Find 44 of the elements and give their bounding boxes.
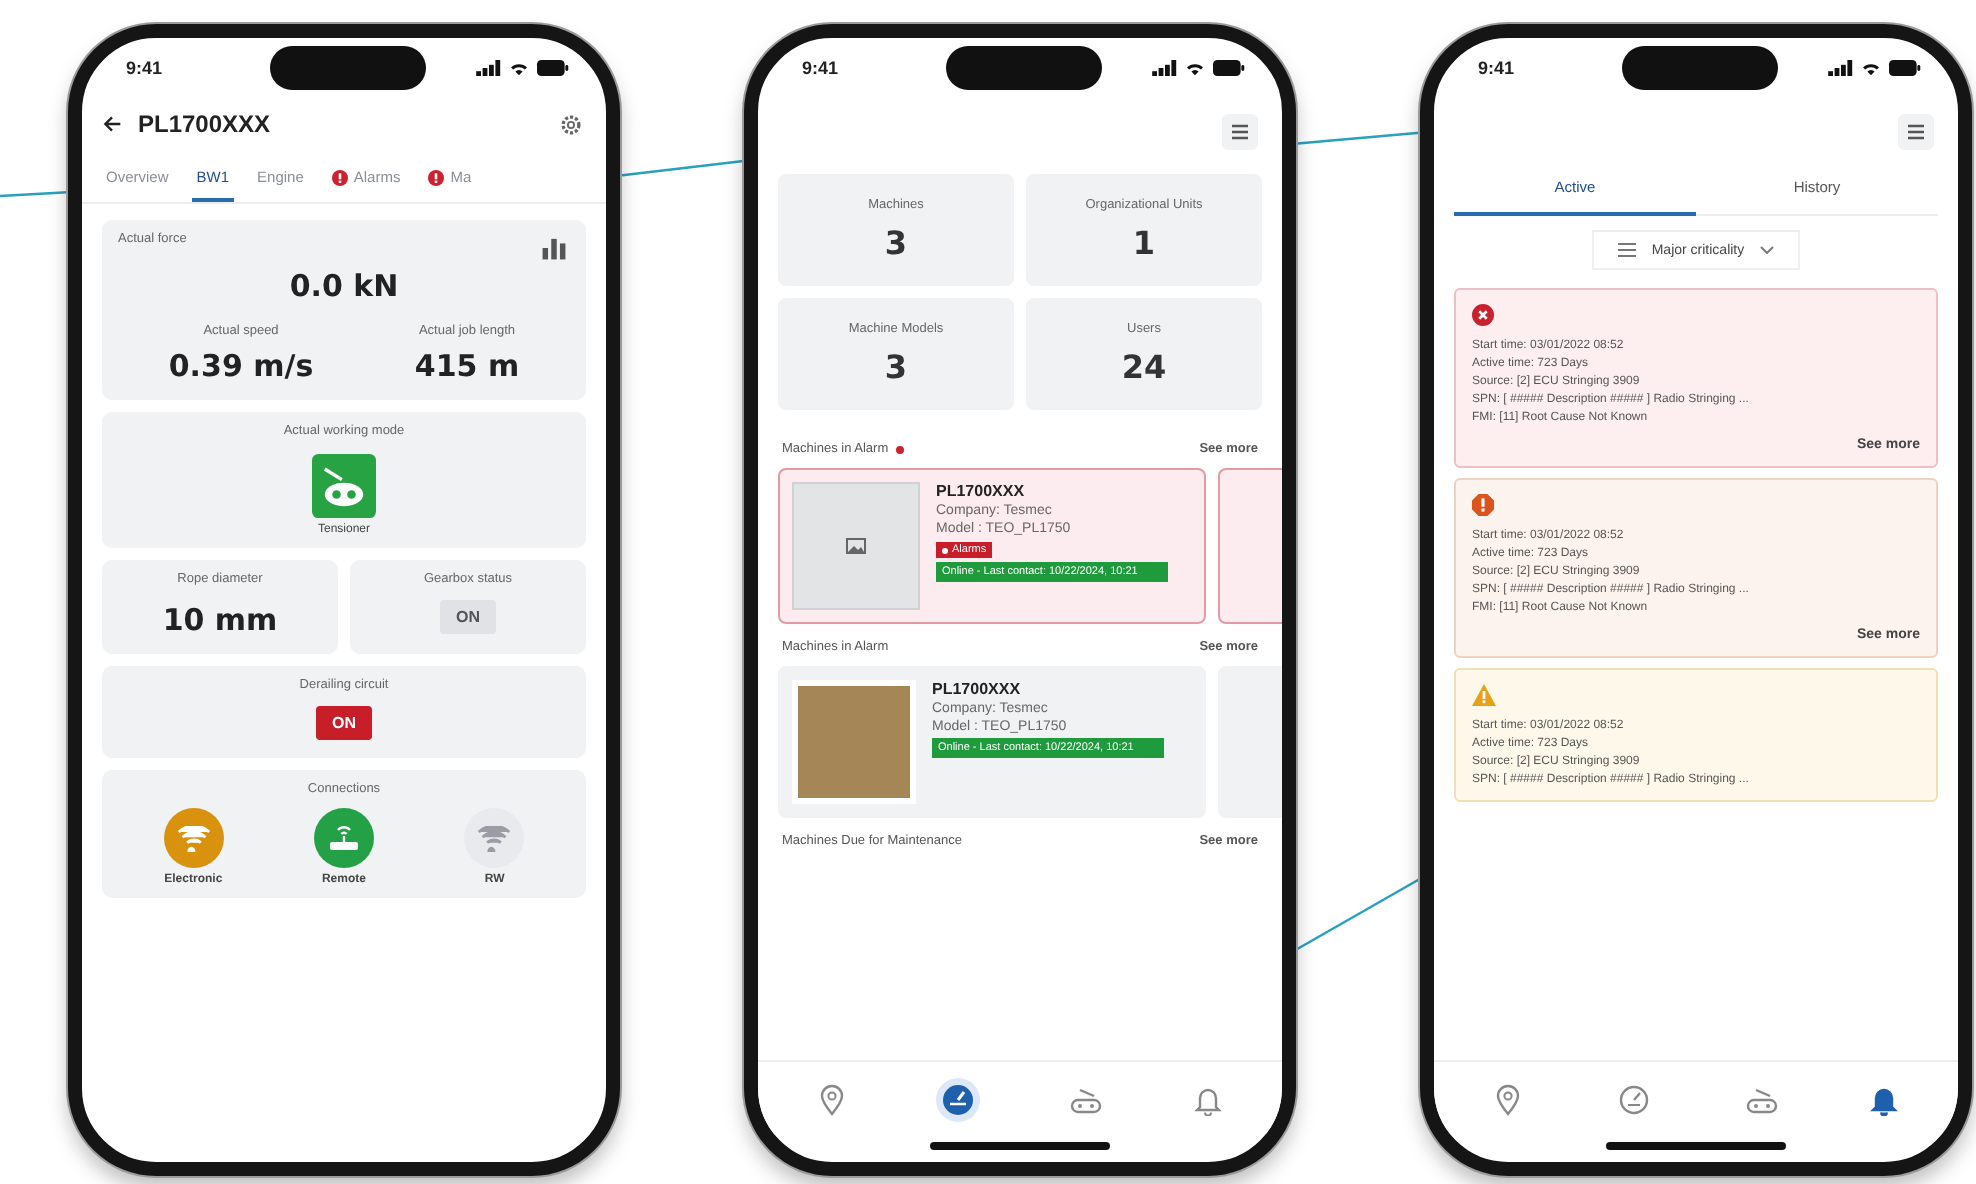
machine-name: PL1700XXX	[936, 482, 1025, 500]
stat-value: 1	[1132, 224, 1156, 262]
signal-icon	[1152, 60, 1178, 76]
bell-icon[interactable]	[1869, 1084, 1898, 1116]
value-text: 10 mm	[162, 602, 278, 638]
octagon-alert-icon	[1472, 494, 1494, 516]
map-pin-icon[interactable]	[818, 1084, 847, 1116]
machine-icon[interactable]	[1068, 1085, 1105, 1115]
wifi-icon	[508, 60, 530, 76]
wifi-icon	[1184, 60, 1206, 76]
stat-value: 24	[1121, 348, 1167, 386]
menu-icon[interactable]	[1898, 114, 1934, 150]
menu-icon[interactable]	[1222, 114, 1258, 150]
back-arrow-icon[interactable]	[102, 114, 122, 134]
status-badge: ON	[440, 600, 496, 634]
battery-icon	[536, 60, 570, 76]
machine-icon[interactable]	[1744, 1085, 1781, 1115]
list-icon	[1617, 242, 1636, 258]
status-time: 9:41	[1478, 58, 1517, 78]
status-badge: ON	[316, 706, 372, 740]
battery-icon	[1212, 60, 1246, 76]
map-pin-icon[interactable]	[1494, 1084, 1523, 1116]
metric-value: 415 m	[414, 348, 520, 384]
bell-icon[interactable]	[1193, 1084, 1222, 1116]
stat-value: 3	[884, 348, 908, 386]
error-icon	[1472, 304, 1494, 326]
machine-card[interactable]	[1218, 468, 1282, 624]
wifi-icon	[1860, 60, 1882, 76]
signal-icon	[476, 60, 502, 76]
status-time: 9:41	[126, 58, 165, 78]
image-icon	[846, 538, 866, 554]
warning-icon	[1472, 684, 1496, 706]
machine-icon	[312, 454, 376, 518]
value-text: 0.0 kN	[289, 268, 399, 304]
metric-value: 0.39 m/s	[168, 348, 314, 384]
settings-icon[interactable]	[560, 113, 582, 135]
signal-icon	[1828, 60, 1854, 76]
machine-name: PL1700XXX	[932, 680, 1021, 698]
stat-value: 3	[884, 224, 908, 262]
chevron-down-icon	[1760, 246, 1775, 254]
battery-icon	[1888, 60, 1922, 76]
screen-title: PL1700XXX	[138, 110, 273, 138]
gauge-icon[interactable]	[935, 1078, 980, 1122]
status-time: 9:41	[802, 58, 841, 78]
